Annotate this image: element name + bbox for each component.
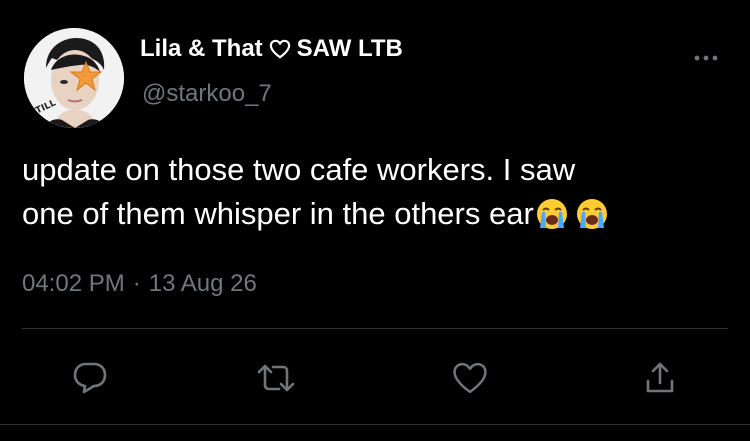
avatar[interactable]: STILL	[24, 28, 124, 128]
tweet-actions-bar	[0, 350, 750, 404]
heart-outline-icon	[269, 39, 291, 59]
tweet-timestamp[interactable]: 04:02 PM · 13 Aug 26	[22, 270, 257, 298]
tweet-card[interactable]: STILL Lila & That SAW LTB @starkoo_7 upd…	[0, 0, 750, 441]
avatar-image: STILL	[24, 28, 124, 128]
tweet-text-line-1: update on those two cafe workers. I saw	[22, 152, 576, 187]
crying-face-emoji-icon-2	[576, 198, 608, 242]
author-handle[interactable]: @starkoo_7	[142, 80, 272, 108]
tweet-text: update on those two cafe workers. I saw …	[22, 148, 732, 242]
bottom-divider	[0, 424, 750, 425]
meta-separator: ·	[132, 270, 141, 297]
share-button[interactable]	[638, 356, 682, 400]
retweet-button[interactable]	[254, 356, 298, 400]
tweet-time[interactable]: 04:02 PM	[22, 270, 125, 298]
more-icon	[694, 55, 718, 61]
divider	[22, 328, 728, 329]
reply-icon	[73, 362, 107, 394]
share-icon	[646, 362, 674, 393]
tweet-text-line-2-content: one of them whisper in the others ear	[22, 196, 534, 231]
author-name-row[interactable]: Lila & That SAW LTB	[140, 33, 403, 65]
display-name-suffix[interactable]: SAW LTB	[297, 35, 403, 63]
reply-button[interactable]	[68, 356, 112, 400]
tweet-text-line-2: one of them whisper in the others ear	[22, 192, 732, 242]
like-button[interactable]	[448, 356, 492, 400]
crying-face-emoji-icon	[536, 198, 568, 242]
display-name[interactable]: Lila & That	[140, 35, 263, 63]
like-icon	[453, 362, 487, 394]
more-options-button[interactable]	[690, 48, 722, 68]
tweet-date[interactable]: 13 Aug 26	[149, 270, 257, 298]
retweet-icon	[257, 364, 295, 392]
